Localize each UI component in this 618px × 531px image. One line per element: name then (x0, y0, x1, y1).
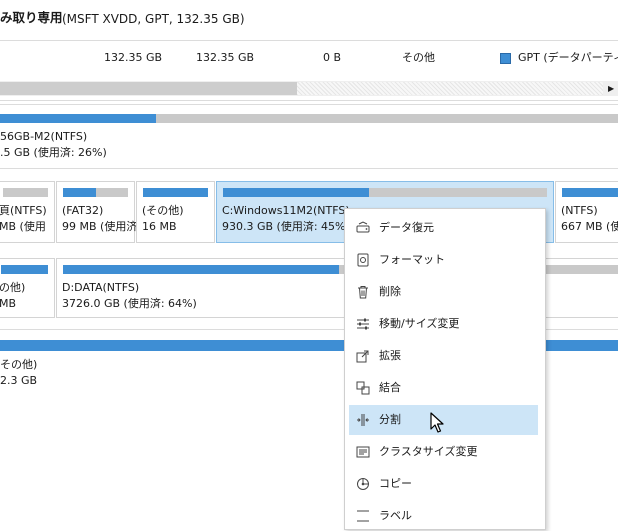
horizontal-scrollbar[interactable]: ▶ (0, 81, 618, 96)
menu-item-move-resize[interactable]: 移動/サイズ変更 (349, 309, 538, 339)
partition-size: MB (0, 297, 17, 310)
disk2-usage: .5 GB (使用済: 26%) (0, 146, 107, 159)
partition-name: (FAT32) (62, 204, 104, 217)
menu-item-label: 移動/サイズ変更 (379, 317, 460, 330)
partition-usage-bar (562, 188, 618, 197)
drive-recover-icon (356, 221, 370, 233)
menu-item-copy[interactable]: コピー (349, 469, 538, 499)
table-row[interactable]: 132.35 GB 132.35 GB 0 B その他 GPT (データパーティ… (0, 44, 618, 72)
scrollbar-track[interactable] (297, 82, 603, 95)
merge-icon (356, 381, 370, 395)
menu-item-label: クラスタサイズ変更 (379, 445, 478, 458)
disk-subtitle: (MSFT XVDD, GPT, 132.35 GB) (62, 12, 245, 26)
partition-size: 667 MB (使用 (561, 220, 618, 233)
partition-usage-bar (223, 188, 547, 197)
menu-item-label: 分割 (379, 413, 401, 426)
partition-block[interactable]: 頁(NTFS) MB (使用 (0, 181, 55, 243)
disk2-divider (0, 168, 618, 169)
disk3-name: その他) (0, 358, 38, 371)
partition-block[interactable]: (その他) 16 MB (136, 181, 215, 243)
menu-item-merge[interactable]: 結合 (349, 373, 538, 403)
partition-usage-bar (1, 265, 48, 274)
partition-type-cell: GPT (データパーティシ (518, 51, 618, 64)
menu-item-format[interactable]: フォーマット (349, 245, 538, 275)
header-divider (0, 40, 618, 41)
copy-icon (357, 478, 369, 490)
partition-size: MB (使用 (0, 220, 46, 233)
used-size-cell: 132.35 GB (196, 51, 255, 64)
scroll-divider (0, 100, 618, 101)
cluster-icon (356, 446, 370, 458)
partition-block[interactable]: (NTFS) 667 MB (使用 (555, 181, 618, 243)
partition-name: C:Windows11M2(NTFS) (222, 204, 350, 217)
sliders-icon (357, 318, 369, 330)
extend-icon (356, 350, 369, 363)
disk2-name: 56GB-M2(NTFS) (0, 130, 88, 143)
filesystem-cell: その他 (402, 51, 435, 64)
menu-item-label: 削除 (379, 285, 401, 298)
menu-item-delete[interactable]: 削除 (349, 277, 538, 307)
menu-item-label: 結合 (379, 381, 401, 394)
label-icon (357, 510, 369, 522)
menu-item-extend[interactable]: 拡張 (349, 341, 538, 371)
scroll-divider-2 (0, 104, 618, 105)
partition-block[interactable]: の他) MB (0, 258, 55, 318)
menu-item-label: コピー (379, 477, 412, 490)
partition-usage-bar (3, 188, 48, 197)
partition-name: 頁(NTFS) (0, 204, 47, 217)
partition-type-swatch (500, 53, 511, 64)
partition-size: 3726.0 GB (使用済: 64%) (62, 297, 197, 310)
disk3-size: 2.3 GB (0, 374, 38, 387)
context-menu: データ復元 フォーマット 削除 移動/サイズ変更 拡張 結合 分割 クラスタサイ… (344, 208, 546, 530)
disk2-usage-bar[interactable] (0, 114, 618, 123)
disk2-usage-fill (0, 114, 156, 123)
mouse-cursor-icon (430, 412, 444, 433)
partition-name: の他) (0, 281, 26, 294)
menu-item-label: 拡張 (379, 349, 401, 362)
free-size-cell: 0 B (323, 51, 342, 64)
partition-size: 16 MB (142, 220, 177, 233)
partition-size: 99 MB (使用济 (62, 220, 138, 233)
menu-item-data-recovery[interactable]: データ復元 (349, 213, 538, 243)
partition-name: (その他) (142, 204, 184, 217)
split-icon (357, 414, 369, 426)
menu-item-label: データ復元 (379, 221, 434, 234)
partition-size: 930.3 GB (使用済: 45%) (222, 220, 350, 233)
trash-icon (358, 286, 368, 299)
format-icon (357, 253, 369, 267)
total-size-cell: 132.35 GB (104, 51, 163, 64)
menu-item-label: ラベル (379, 509, 412, 522)
partition-name: (NTFS) (561, 204, 598, 217)
menu-item-cluster-size[interactable]: クラスタサイズ変更 (349, 437, 538, 467)
menu-item-label: フォーマット (379, 253, 445, 266)
partition-block[interactable]: (FAT32) 99 MB (使用济 (56, 181, 138, 243)
partition-usage-bar (63, 188, 128, 197)
partition-usage-bar (143, 188, 208, 197)
partition-name: D:DATA(NTFS) (62, 281, 140, 294)
menu-item-label-edit[interactable]: ラベル (349, 501, 538, 531)
scrollbar-thumb[interactable] (0, 82, 297, 95)
scroll-right-arrow-icon[interactable]: ▶ (608, 84, 614, 93)
disk-title: み取り専用 (0, 10, 63, 25)
